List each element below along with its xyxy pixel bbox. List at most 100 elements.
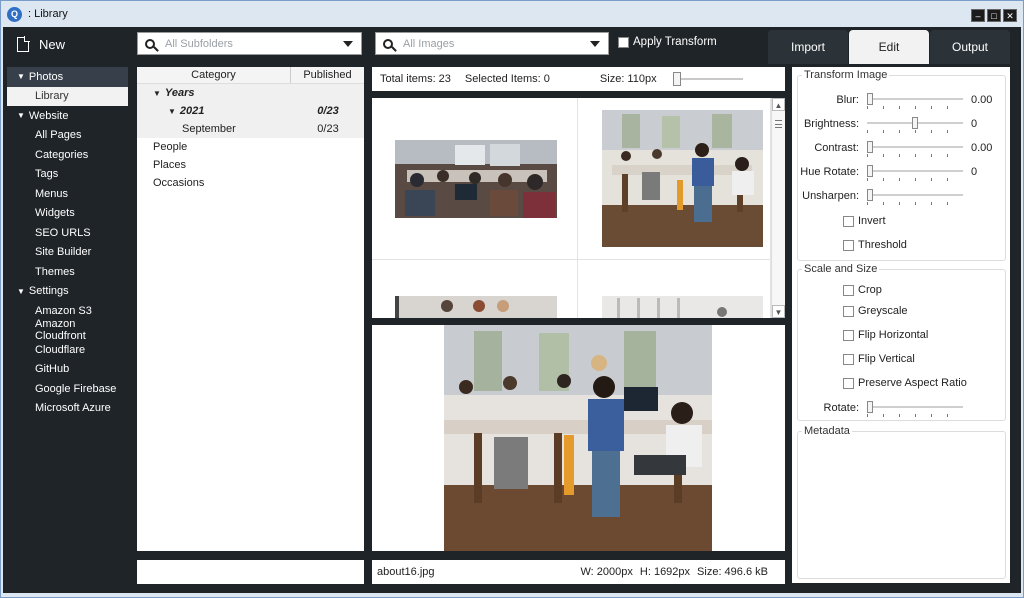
slider-thumb[interactable]	[867, 165, 873, 177]
expand-triangle-icon: ▼	[17, 72, 25, 82]
slider-thumb[interactable]	[867, 401, 873, 413]
threshold-checkbox[interactable]	[843, 239, 854, 251]
rotate-slider[interactable]	[867, 401, 963, 417]
mode-tabs: Import Edit Output	[768, 30, 1011, 64]
sidebar-item-google-firebase[interactable]: Google Firebase	[7, 379, 128, 399]
category-label: Occasions	[153, 177, 205, 189]
category-row-september[interactable]: September 0/23	[137, 120, 364, 138]
close-button[interactable]: ✕	[1003, 9, 1017, 22]
column-header-category[interactable]: Category	[137, 67, 291, 83]
thumbnail-cell[interactable]	[372, 260, 578, 318]
invert-label: Invert	[858, 215, 886, 227]
sidebar-item-menus[interactable]: Menus	[7, 184, 128, 204]
category-row-occasions[interactable]: Occasions	[137, 174, 364, 192]
sidebar-group-website[interactable]: ▼ Website	[7, 106, 128, 126]
sidebar-item-amazon-cloudfront[interactable]: Amazon Cloudfront	[7, 318, 128, 342]
sidebar-group-settings[interactable]: ▼ Settings	[7, 282, 128, 302]
thumbnail-image	[395, 296, 557, 318]
sidebar-item-cloudflare[interactable]: Cloudflare	[7, 340, 128, 360]
threshold-label: Threshold	[858, 239, 907, 251]
thumbnail-cell[interactable]	[578, 260, 771, 318]
blur-slider[interactable]	[867, 93, 963, 109]
invert-checkbox[interactable]	[843, 215, 854, 227]
flip-vertical-option[interactable]: Flip Vertical	[843, 353, 915, 365]
scroll-grip[interactable]	[775, 120, 782, 128]
sidebar-item-seo-urls[interactable]: SEO URLS	[7, 223, 128, 243]
hue-rotate-value: 0	[971, 166, 978, 178]
sidebar-item-all-pages[interactable]: All Pages	[7, 126, 128, 146]
category-row-2021[interactable]: ▼ 2021 0/23	[137, 102, 364, 120]
app-window: Q : Library – □ ✕ New All Subfolders All…	[0, 0, 1024, 598]
file-height: H: 1692px	[639, 566, 691, 578]
scroll-up-icon[interactable]: ▲	[772, 98, 785, 111]
category-panel: Category Published ▼ Years ▼ 2021 0/23 S…	[137, 67, 364, 551]
chevron-down-icon[interactable]	[343, 40, 353, 47]
thumb-size-text: Size: 110px	[599, 73, 657, 85]
slider-thumb[interactable]	[867, 189, 873, 201]
hue-rotate-slider[interactable]	[867, 165, 963, 181]
slider-thumb[interactable]	[672, 72, 681, 86]
image-preview-panel	[372, 325, 785, 551]
sidebar-item-library[interactable]: Library	[7, 86, 128, 106]
sidebar-group-label: Settings	[28, 285, 69, 298]
new-button[interactable]: New	[9, 31, 73, 57]
slider-thumb[interactable]	[912, 117, 918, 129]
rotate-label: Rotate:	[823, 402, 859, 414]
greyscale-option[interactable]: Greyscale	[843, 305, 908, 317]
flip-horizontal-checkbox[interactable]	[843, 329, 854, 341]
column-header-published[interactable]: Published	[291, 67, 364, 83]
unsharpen-slider[interactable]	[867, 189, 963, 205]
tab-import[interactable]: Import	[768, 30, 848, 64]
contrast-row: Contrast: 0.00	[798, 140, 1007, 157]
category-label: September	[182, 123, 236, 135]
thumb-size-slider[interactable]	[672, 72, 743, 86]
contrast-slider[interactable]	[867, 141, 963, 157]
maximize-button[interactable]: □	[987, 9, 1001, 22]
category-label: Places	[153, 159, 187, 171]
sidebar-item-microsoft-azure[interactable]: Microsoft Azure	[7, 399, 128, 419]
sidebar-item-categories[interactable]: Categories	[7, 145, 128, 165]
preserve-aspect-option[interactable]: Preserve Aspect Ratio	[843, 377, 967, 389]
scroll-down-icon[interactable]: ▼	[772, 305, 785, 318]
slider-thumb[interactable]	[867, 93, 873, 105]
greyscale-checkbox[interactable]	[843, 305, 854, 317]
crop-label: Crop	[858, 284, 882, 296]
crop-option[interactable]: Crop	[843, 284, 882, 296]
flip-vertical-checkbox[interactable]	[843, 353, 854, 365]
threshold-option[interactable]: Threshold	[843, 239, 907, 251]
category-published: 0/23	[317, 123, 339, 135]
new-button-label: New	[39, 36, 66, 52]
crop-checkbox[interactable]	[843, 284, 854, 296]
apply-transform-checkbox[interactable]	[618, 36, 629, 48]
images-combo[interactable]: All Images	[375, 32, 609, 55]
flip-horizontal-option[interactable]: Flip Horizontal	[843, 329, 928, 341]
grid-scrollbar[interactable]: ▲ ▼	[771, 98, 785, 318]
category-row-years[interactable]: ▼ Years	[137, 84, 364, 102]
category-row-places[interactable]: Places	[137, 156, 364, 174]
sidebar-group-photos[interactable]: ▼ Photos	[7, 67, 128, 87]
brightness-row: Brightness: 0	[798, 116, 1007, 133]
sidebar-item-tags[interactable]: Tags	[7, 165, 128, 185]
invert-option[interactable]: Invert	[843, 215, 886, 227]
chevron-down-icon[interactable]	[590, 40, 600, 47]
category-row-people[interactable]: People	[137, 138, 364, 156]
images-placeholder: All Images	[403, 37, 455, 50]
subfolders-combo[interactable]: All Subfolders	[137, 32, 362, 55]
tab-edit[interactable]: Edit	[849, 30, 929, 64]
brightness-slider[interactable]	[867, 117, 963, 133]
tab-output[interactable]: Output	[930, 30, 1010, 64]
apply-transform-toggle[interactable]: Apply Transform	[618, 36, 717, 48]
thumbnail-cell[interactable]	[372, 98, 578, 260]
sidebar-item-widgets[interactable]: Widgets	[7, 204, 128, 224]
preserve-aspect-checkbox[interactable]	[843, 377, 854, 389]
sidebar-item-themes[interactable]: Themes	[7, 262, 128, 282]
minimize-button[interactable]: –	[971, 9, 985, 22]
thumbnail-grid: ▲ ▼	[372, 98, 785, 318]
blur-label: Blur:	[836, 94, 859, 106]
file-info-bar: about16.jpg W: 2000px H: 1692px Size: 49…	[372, 560, 785, 584]
sidebar-item-github[interactable]: GitHub	[7, 360, 128, 380]
sidebar-item-site-builder[interactable]: Site Builder	[7, 243, 128, 263]
greyscale-label: Greyscale	[858, 305, 908, 317]
thumbnail-cell[interactable]	[578, 98, 771, 260]
slider-thumb[interactable]	[867, 141, 873, 153]
